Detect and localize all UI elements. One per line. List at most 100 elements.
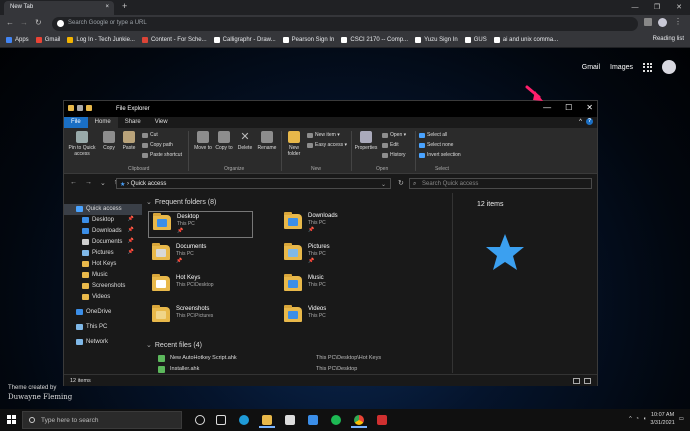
history-button[interactable]: History xyxy=(382,152,406,158)
app-taskbar-icon[interactable] xyxy=(374,412,390,428)
folder-tile[interactable]: Music This PC xyxy=(280,273,385,300)
google-account-avatar[interactable] xyxy=(662,60,676,74)
minimize-icon[interactable]: — xyxy=(624,0,646,15)
copy-to-button[interactable]: Copy to xyxy=(215,131,233,151)
bookmark-item[interactable]: Calligraphr - Draw... xyxy=(213,37,276,43)
forward-arrow-icon[interactable]: → xyxy=(20,18,28,27)
refresh-icon[interactable]: ↻ xyxy=(398,179,404,187)
nav-item[interactable]: Documents 📌 xyxy=(64,237,142,248)
rename-button[interactable]: Rename xyxy=(257,131,277,151)
bookmark-item[interactable]: CSCI 2170 -- Comp... xyxy=(341,37,408,43)
forward-icon[interactable]: → xyxy=(85,179,92,187)
nav-item[interactable]: Desktop 📌 xyxy=(64,215,142,226)
edit-button[interactable]: Edit xyxy=(382,142,399,148)
recent-file-row[interactable]: Installer.ahk This PC\Desktop xyxy=(156,365,446,373)
new-tab-button[interactable]: + xyxy=(122,1,134,13)
bookmark-item[interactable]: Yuzu Sign In xyxy=(415,37,458,43)
omnibox[interactable]: Search Google or type a URL xyxy=(52,17,638,31)
store-icon[interactable] xyxy=(282,412,298,428)
folder-tile[interactable]: Downloads This PC 📌 xyxy=(280,211,385,238)
cortana-icon[interactable] xyxy=(192,412,208,428)
bookmark-item[interactable]: Pearson Sign In xyxy=(282,37,334,43)
tab-share[interactable]: Share xyxy=(118,117,148,128)
recent-files-header[interactable]: ⌄ Recent files (4) xyxy=(146,341,202,349)
nav-item[interactable]: Screenshots xyxy=(64,281,142,292)
tab-close-icon[interactable]: × xyxy=(105,4,109,10)
nav-item[interactable]: Network xyxy=(64,337,142,348)
address-dropdown-icon[interactable]: ⌄ xyxy=(381,181,386,188)
open-button[interactable]: Open ▾ xyxy=(382,132,406,138)
move-to-button[interactable]: Move to xyxy=(194,131,212,151)
new-folder-icon[interactable] xyxy=(86,105,92,111)
frequent-folders-header[interactable]: ⌄ Frequent folders (8) xyxy=(146,198,216,206)
bookmark-item[interactable]: Log In - Tech Junkie... xyxy=(67,37,135,43)
copy-button[interactable]: Copy xyxy=(101,131,117,151)
nav-item[interactable]: This PC xyxy=(64,322,142,333)
file-explorer-taskbar-icon[interactable] xyxy=(259,412,275,428)
search-input[interactable]: ⌕ Search Quick access xyxy=(409,178,592,189)
invert-selection-button[interactable]: Invert selection xyxy=(419,152,461,158)
nav-item[interactable]: Music xyxy=(64,270,142,281)
reading-list-button[interactable]: Reading list xyxy=(653,36,684,42)
delete-button[interactable]: ✕ Delete xyxy=(236,131,254,151)
ribbon-collapse-icon[interactable]: ^ xyxy=(575,117,586,128)
chrome-taskbar-icon[interactable] xyxy=(351,412,367,428)
back-arrow-icon[interactable]: ← xyxy=(6,18,14,27)
easy-access-button[interactable]: Easy access ▾ xyxy=(307,142,347,148)
folder-tile[interactable]: Pictures This PC 📌 xyxy=(280,242,385,269)
profile-avatar[interactable] xyxy=(658,18,667,27)
address-input[interactable]: ★ › Quick access ⌄ xyxy=(116,178,391,189)
pin-quick-access-button[interactable]: Pin to Quick access xyxy=(67,131,97,157)
folder-tile[interactable]: Screenshots This PC\Pictures xyxy=(148,304,253,331)
back-icon[interactable]: ← xyxy=(70,179,77,187)
menu-kebab-icon[interactable]: ⋮ xyxy=(674,17,682,26)
folder-tile[interactable]: Documents This PC 📌 xyxy=(148,242,253,269)
explorer-close-icon[interactable]: ✕ xyxy=(586,103,593,112)
paste-shortcut-button[interactable]: Paste shortcut xyxy=(142,152,182,158)
new-folder-button[interactable]: New folder xyxy=(285,131,303,157)
tab-home[interactable]: Home xyxy=(87,117,118,128)
extension-icon[interactable] xyxy=(644,18,652,26)
select-all-button[interactable]: Select all xyxy=(419,132,447,138)
properties-icon[interactable] xyxy=(77,105,83,111)
nav-item[interactable]: Downloads 📌 xyxy=(64,226,142,237)
select-none-button[interactable]: Select none xyxy=(419,142,453,148)
copy-path-button[interactable]: Copy path xyxy=(142,142,173,148)
clock[interactable]: 10:07 AM 3/31/2021 xyxy=(650,411,674,427)
spotify-icon[interactable] xyxy=(328,412,344,428)
bookmark-item[interactable]: Apps xyxy=(6,37,29,43)
folder-tile[interactable]: Hot Keys This PC\Desktop xyxy=(148,273,253,300)
google-apps-icon[interactable] xyxy=(643,62,652,72)
nav-item[interactable]: Videos xyxy=(64,292,142,303)
volume-icon[interactable]: ◖ xyxy=(643,416,646,422)
taskbar-search-input[interactable]: Type here to search xyxy=(22,411,182,429)
details-view-icon[interactable] xyxy=(573,378,580,384)
nav-item[interactable]: Quick access xyxy=(64,204,142,215)
paste-button[interactable]: Paste xyxy=(120,131,138,151)
collapse-chevron-icon[interactable]: ⌄ xyxy=(146,199,152,206)
theme-author[interactable]: Duwayne Fleming xyxy=(8,393,72,402)
reload-icon[interactable]: ↻ xyxy=(35,18,42,27)
folder-tile[interactable]: Desktop This PC 📌 xyxy=(148,211,253,238)
recent-file-row[interactable]: New AutoHotkey Script.ahk This PC\Desktop… xyxy=(156,354,446,364)
bookmark-item[interactable]: ai and unix comma... xyxy=(493,37,558,43)
help-icon[interactable]: ? xyxy=(586,117,597,128)
tab-file[interactable]: File xyxy=(64,117,88,128)
nav-item[interactable]: Hot Keys xyxy=(64,259,142,270)
gmail-link[interactable]: Gmail xyxy=(582,64,600,71)
edge-icon[interactable] xyxy=(236,412,252,428)
browser-tab[interactable]: New Tab × xyxy=(4,1,114,15)
close-icon[interactable]: ✕ xyxy=(668,0,690,15)
bookmark-item[interactable]: GUS xyxy=(464,37,487,43)
properties-button[interactable]: Properties xyxy=(354,131,378,151)
images-link[interactable]: Images xyxy=(610,64,633,71)
mail-icon[interactable] xyxy=(305,412,321,428)
bookmark-item[interactable]: Content - For Sche... xyxy=(141,37,207,43)
folder-tile[interactable]: Videos This PC xyxy=(280,304,385,331)
nav-item[interactable]: Pictures 📌 xyxy=(64,248,142,259)
large-icons-view-icon[interactable] xyxy=(584,378,591,384)
recent-locations-icon[interactable]: ⌄ xyxy=(100,179,106,187)
bookmark-item[interactable]: Gmail xyxy=(35,37,60,43)
explorer-maximize-icon[interactable]: ☐ xyxy=(565,103,572,112)
collapse-chevron-icon[interactable]: ⌄ xyxy=(146,342,152,349)
